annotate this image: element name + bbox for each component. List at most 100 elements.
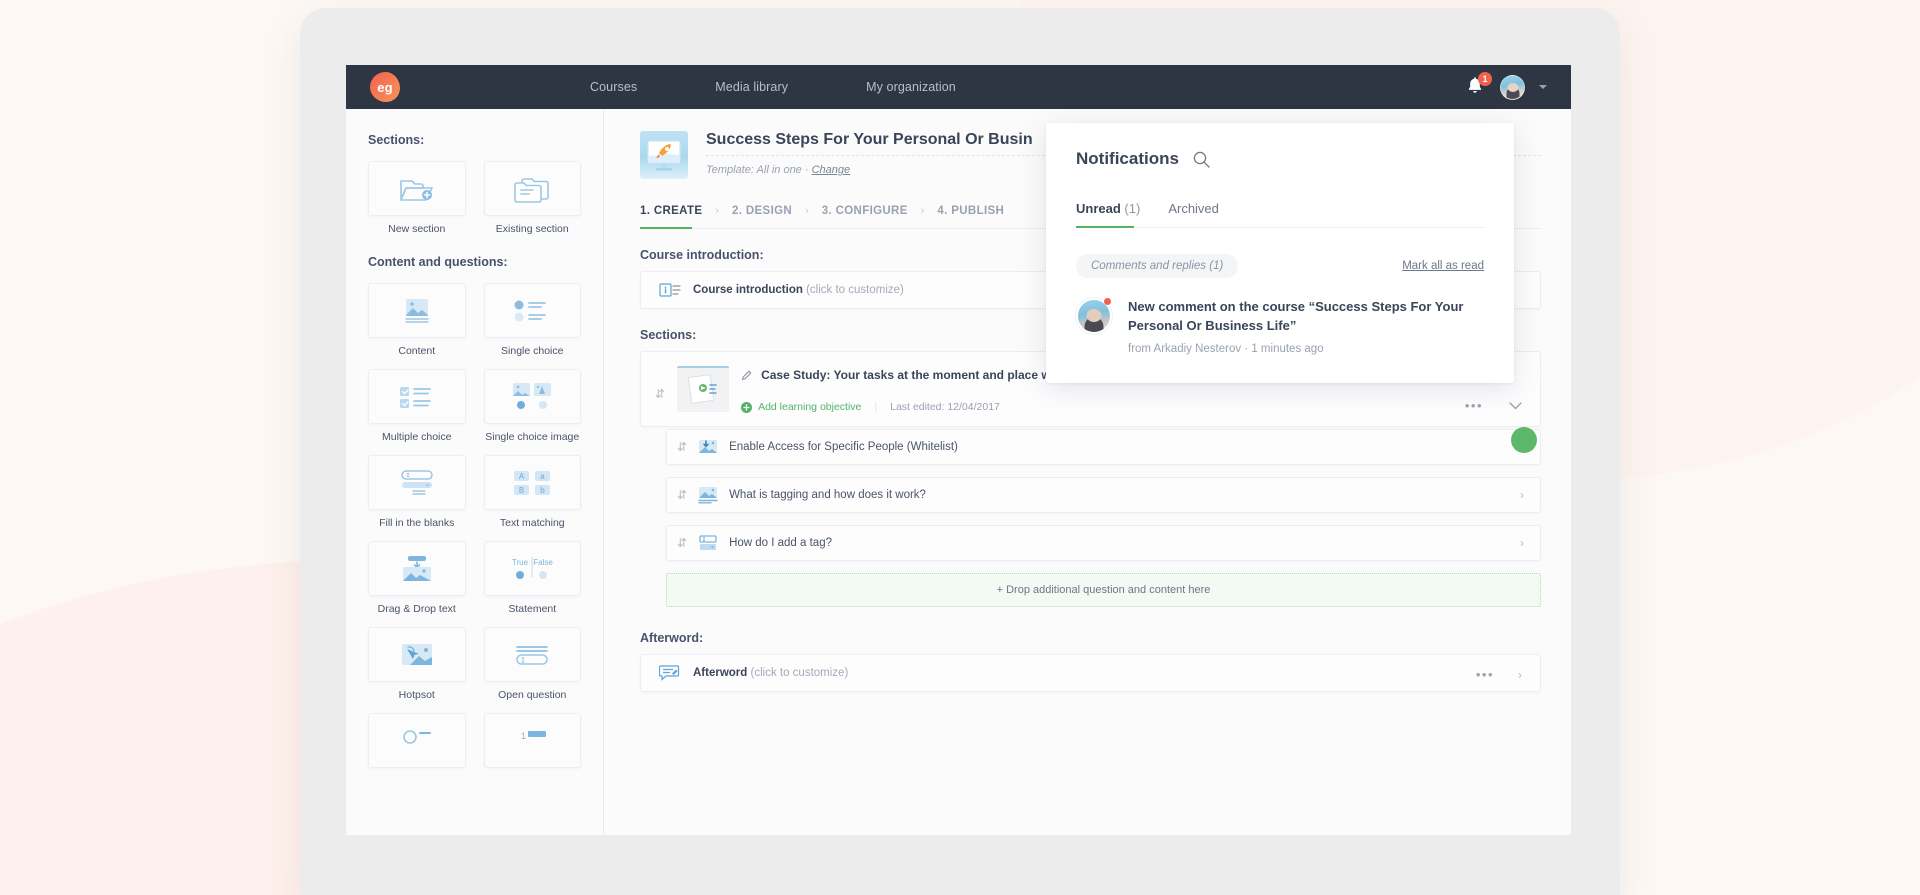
tile-drag-drop-text[interactable]: Drag & Drop text [368,541,466,615]
notification-meta: from Arkadiy Nesterov · 1 minutes ago [1128,342,1324,355]
content-row-label: Enable Access for Specific People (White… [729,441,958,453]
notifications-bell-button[interactable]: 1 [1466,72,1492,98]
tile-hotspot[interactable]: Hotpsot [368,627,466,701]
drag-drop-image-icon [402,555,431,581]
drag-handle[interactable]: ⇵ [677,489,687,501]
chevron-right-icon[interactable]: › [1518,668,1522,682]
tile-new-section[interactable]: New section [368,161,466,235]
tile-label: Hotpsot [398,689,435,701]
tile-existing-section[interactable]: Existing section [483,161,581,235]
tile-label: Existing section [495,223,569,235]
folder-stack-icon [514,177,550,203]
tile-icon-box [483,369,581,424]
tile-icon-box [483,161,581,216]
blank-field-icon [401,469,433,495]
add-learning-objective-button[interactable]: Add learning objective [741,401,861,413]
template-separator: · [804,164,809,176]
notification-item[interactable]: New comment on the course “Success Steps… [1076,298,1484,355]
tab-unread-count: (1) [1124,201,1141,216]
content-row-tagging[interactable]: ⇵ What is tagging and how does it work? … [666,477,1541,513]
tile-partial-b[interactable]: 1 [483,713,581,768]
tile-fill-in-the-blanks[interactable]: Fill in the blanks [368,455,466,529]
active-tab-indicator [1076,226,1134,228]
section-actions: ••• [1465,398,1522,413]
step-design[interactable]: 2. DESIGN [732,205,792,217]
partial-tile-icon-a [402,729,431,744]
afterword-hint: (click to customize) [750,667,849,679]
app-logo[interactable]: eg [370,72,400,102]
pencil-icon[interactable] [741,369,753,381]
afterword-more-menu-button[interactable]: ••• [1476,667,1494,682]
tile-label: Statement [508,603,557,615]
tile-label: Single choice [501,345,564,357]
content-row-add-tag[interactable]: ⇵ How do I add a tag? › [666,525,1541,561]
user-avatar[interactable] [1500,74,1525,100]
step-separator: › [920,205,925,217]
tab-archived[interactable]: Archived [1168,201,1219,216]
sections-heading: Sections: [368,133,425,147]
chevron-down-icon[interactable] [1539,85,1547,89]
search-icon[interactable] [1193,151,1210,168]
tile-text-matching[interactable]: A a B b Text matching [483,455,581,529]
afterword-title: Afterword [693,667,748,679]
tile-open-question[interactable]: Open question [483,627,581,701]
tile-multiple-choice[interactable]: Multiple choice [368,369,466,443]
afterword-row[interactable]: Afterword (click to customize) ••• › [641,655,1540,691]
section-more-menu-button[interactable]: ••• [1465,398,1483,413]
notification-body: New comment on the course “Success Steps… [1128,298,1484,355]
tile-icon-box [368,713,466,768]
info-list-icon [659,283,681,297]
content-row-whitelist[interactable]: ⇵ Enable Access for Specific People (Whi… [666,429,1541,465]
tile-statement[interactable]: True False Statement [483,541,581,615]
tile-icon-box [368,283,466,338]
tile-partial-a[interactable] [368,713,466,768]
notifications-filter-row: Comments and replies (1) Mark all as rea… [1076,254,1484,278]
step-create[interactable]: 1. CREATE [640,205,702,217]
image-choice-icon [513,382,552,409]
tile-label: Text matching [499,517,565,529]
drag-handle[interactable]: ⇵ [677,441,687,453]
change-template-link[interactable]: Change [812,164,851,176]
drag-handle[interactable]: ⇵ [655,388,665,400]
filter-chip-comments-replies[interactable]: Comments and replies (1) [1076,254,1239,278]
section-thumbnail [677,366,730,412]
svg-text:a: a [541,471,546,480]
tab-unread-label: Unread [1076,201,1121,216]
tile-single-choice[interactable]: Single choice [483,283,581,357]
step-configure[interactable]: 3. CONFIGURE [822,205,908,217]
meta-divider: | [874,401,878,413]
section-meta-row: Add learning objective | Last edited: 12… [741,401,1524,413]
checkbox-list-icon [399,386,431,408]
template-label: Template: All in one [706,164,802,176]
tile-icon-box [368,369,466,424]
step-publish[interactable]: 4. PUBLISH [937,205,1004,217]
afterword-card[interactable]: Afterword (click to customize) ••• › [640,654,1541,692]
svg-text:b: b [541,485,546,494]
notification-list: New comment on the course “Success Steps… [1076,298,1484,355]
nav-item-media-library[interactable]: Media library [715,80,788,94]
tile-label: Single choice image [485,431,580,443]
mark-all-as-read-link[interactable]: Mark all as read [1402,260,1484,272]
nav-item-courses[interactable]: Courses [590,80,637,94]
tile-content[interactable]: Content [368,283,466,357]
tab-unread[interactable]: Unread (1) [1076,201,1140,216]
chevron-down-icon[interactable] [1509,401,1522,410]
true-false-icon: True False [512,556,554,579]
tile-label: Open question [498,689,567,701]
svg-text:1: 1 [521,731,526,741]
course-thumbnail [640,131,688,179]
dropzone-add-content[interactable]: + Drop additional question and content h… [666,573,1541,607]
chevron-right-icon[interactable]: › [1520,488,1524,502]
drag-handle[interactable]: ⇵ [677,537,687,549]
section-tiles-grid: New section Existing section [368,161,581,235]
notifications-title: Notifications [1076,149,1179,168]
notifications-header: Notifications [1076,149,1484,169]
add-section-fab[interactable] [1511,427,1537,453]
nav-item-my-organization[interactable]: My organization [866,80,956,94]
tile-single-choice-image[interactable]: Single choice image [483,369,581,443]
logo-text: eg [377,79,393,95]
radio-list-icon [514,300,547,321]
statement-true-label: True [512,558,529,567]
chevron-right-icon[interactable]: › [1520,536,1524,550]
